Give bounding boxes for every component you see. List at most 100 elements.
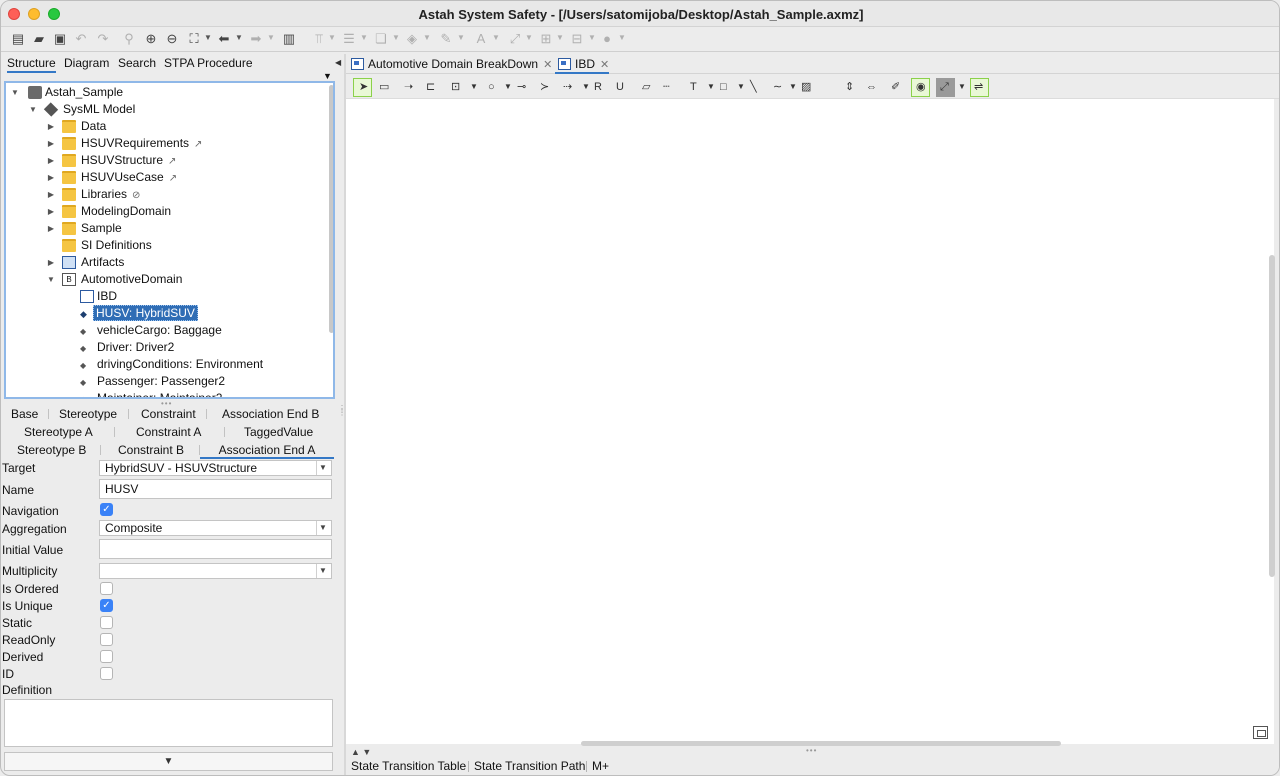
back-icon[interactable]: ⬅: [216, 31, 232, 47]
undo-icon[interactable]: ↶: [73, 31, 89, 47]
interface-icon[interactable]: ⊸: [517, 80, 526, 94]
collapsed-arrow-icon[interactable]: ▶: [46, 186, 56, 203]
zoom-out-icon[interactable]: ⊖: [164, 31, 180, 47]
select-icon[interactable]: ➤: [359, 80, 368, 94]
align-icon[interactable]: ⫪: [311, 31, 327, 47]
auto-layout-icon[interactable]: ⇌: [974, 80, 983, 94]
redo-icon[interactable]: ↷: [95, 31, 111, 47]
chevron-down-icon[interactable]: ▼: [316, 461, 329, 475]
tab-state-transition-table[interactable]: State Transition Table: [351, 759, 466, 773]
tab-constraint-b[interactable]: Constraint B: [118, 443, 184, 457]
snap-grid-icon[interactable]: ◉: [916, 80, 926, 94]
line-mode-icon[interactable]: ⤢: [940, 80, 949, 94]
property-view-icon[interactable]: ▥: [281, 31, 297, 47]
collapsed-arrow-icon[interactable]: ▶: [46, 220, 56, 237]
tab-base[interactable]: Base: [11, 407, 38, 421]
font-color-dropdown-icon[interactable]: ▼: [492, 33, 500, 42]
tab-automotive-domain-breakdown[interactable]: Automotive Domain BreakDown ✕: [348, 56, 552, 74]
zoom-fit-icon[interactable]: ⚲: [121, 31, 137, 47]
font-color-icon[interactable]: A: [473, 31, 489, 47]
rect-select-icon[interactable]: ▭: [379, 80, 389, 94]
line-color-dropdown-icon[interactable]: ▼: [457, 33, 465, 42]
canvas-vertical-scrollbar[interactable]: [1269, 255, 1275, 577]
fit-dropdown-icon[interactable]: ▼: [204, 33, 212, 42]
rectangle-tool-icon[interactable]: □: [720, 80, 727, 94]
fill-color-icon[interactable]: ◈: [404, 31, 420, 47]
distribute-icon[interactable]: ☰: [341, 31, 357, 47]
tab-structure[interactable]: Structure: [7, 56, 56, 73]
tab-m-plus[interactable]: M+: [592, 759, 609, 773]
pin-icon[interactable]: ✐: [891, 80, 900, 94]
port-icon[interactable]: ⊡: [451, 80, 460, 94]
is-ordered-checkbox[interactable]: [100, 582, 113, 595]
dependency-dropdown-icon[interactable]: ▼: [582, 80, 590, 94]
line-style-icon[interactable]: ⤢: [507, 31, 523, 47]
forward-dropdown-icon[interactable]: ▼: [267, 33, 275, 42]
item-flow-icon[interactable]: R: [594, 80, 602, 94]
tab-state-transition-path[interactable]: State Transition Path: [474, 759, 585, 773]
layout-dropdown-icon[interactable]: ▼: [556, 33, 564, 42]
circle-icon[interactable]: ○: [488, 80, 495, 94]
static-checkbox[interactable]: [100, 616, 113, 629]
tab-stpa-procedure[interactable]: STPA Procedure: [164, 56, 253, 70]
structure-tree[interactable]: ▼ Astah_Sample ▼ SysML Model ▶ Data ▶ HS…: [4, 81, 335, 399]
collapsed-arrow-icon[interactable]: ▶: [46, 203, 56, 220]
tab-search[interactable]: Search: [118, 56, 156, 70]
tab-stereotype-a[interactable]: Stereotype A: [24, 425, 93, 439]
collapsed-arrow-icon[interactable]: ▶: [46, 254, 56, 271]
port-dropdown-icon[interactable]: ▼: [470, 80, 478, 94]
tab-taggedvalue[interactable]: TaggedValue: [244, 425, 313, 439]
readonly-checkbox[interactable]: [100, 633, 113, 646]
expand-arrow-icon[interactable]: ▼: [46, 271, 56, 288]
align-dropdown-icon[interactable]: ▼: [328, 33, 336, 42]
collapsed-arrow-icon[interactable]: ▶: [46, 169, 56, 186]
tab-association-end-a[interactable]: Association End A: [200, 443, 334, 459]
new-file-icon[interactable]: ▤: [10, 31, 26, 47]
circle-dropdown-icon[interactable]: ▼: [504, 80, 512, 94]
tab-menu-dropdown-icon[interactable]: ▼: [323, 71, 332, 81]
order-icon[interactable]: ❏: [373, 31, 389, 47]
multiplicity-select[interactable]: ▼: [99, 563, 332, 579]
panel-toggle-arrows-icon[interactable]: ▲ ▼: [351, 747, 371, 757]
zoom-in-icon[interactable]: ⊕: [143, 31, 159, 47]
target-select[interactable]: HybridSUV - HSUVStructure ▼: [99, 460, 332, 476]
collapsed-arrow-icon[interactable]: ▶: [46, 152, 56, 169]
definition-textarea[interactable]: [4, 699, 333, 747]
initial-value-field[interactable]: [99, 539, 332, 559]
text-tool-icon[interactable]: T: [690, 80, 697, 94]
tab-constraint-a[interactable]: Constraint A: [136, 425, 201, 439]
tab-stereotype[interactable]: Stereotype: [59, 407, 117, 421]
grid-dropdown-icon[interactable]: ▼: [588, 33, 596, 42]
tab-diagram[interactable]: Diagram: [64, 56, 109, 70]
fit-window-icon[interactable]: ⛶: [186, 31, 202, 47]
id-checkbox[interactable]: [100, 667, 113, 680]
shape-icon[interactable]: ●: [599, 31, 615, 47]
save-icon[interactable]: ▣: [52, 31, 68, 47]
vertical-space-icon[interactable]: ⇕: [845, 80, 854, 94]
connector-icon[interactable]: ⊏: [426, 80, 435, 94]
forward-icon[interactable]: ➡: [248, 31, 264, 47]
line-color-icon[interactable]: ✎: [438, 31, 454, 47]
minimap-icon[interactable]: [1253, 726, 1268, 739]
shape-dropdown-icon[interactable]: ▼: [618, 33, 626, 42]
close-tab-icon[interactable]: ✕: [600, 59, 609, 71]
part-arrow-icon[interactable]: ➝: [404, 80, 413, 94]
order-dropdown-icon[interactable]: ▼: [392, 33, 400, 42]
tab-stereotype-b[interactable]: Stereotype B: [17, 443, 86, 457]
tree-scrollbar[interactable]: [329, 85, 333, 333]
note-icon[interactable]: ▱: [642, 80, 650, 94]
collapsed-arrow-icon[interactable]: ▶: [46, 135, 56, 152]
curve-dropdown-icon[interactable]: ▼: [789, 80, 797, 94]
image-icon[interactable]: ▨: [801, 80, 811, 94]
derived-checkbox[interactable]: [100, 650, 113, 663]
aggregation-select[interactable]: Composite ▼: [99, 520, 332, 536]
tab-ibd[interactable]: IBD ✕: [555, 56, 610, 74]
tab-constraint[interactable]: Constraint: [141, 407, 196, 421]
distribute-dropdown-icon[interactable]: ▼: [360, 33, 368, 42]
expand-arrow-icon[interactable]: ▼: [28, 101, 38, 118]
open-icon[interactable]: ▰: [31, 31, 47, 47]
back-dropdown-icon[interactable]: ▼: [235, 33, 243, 42]
definition-expand-button[interactable]: ▼: [4, 752, 333, 771]
chevron-down-icon[interactable]: ▼: [316, 521, 329, 535]
note-anchor-icon[interactable]: ┄: [663, 80, 670, 94]
